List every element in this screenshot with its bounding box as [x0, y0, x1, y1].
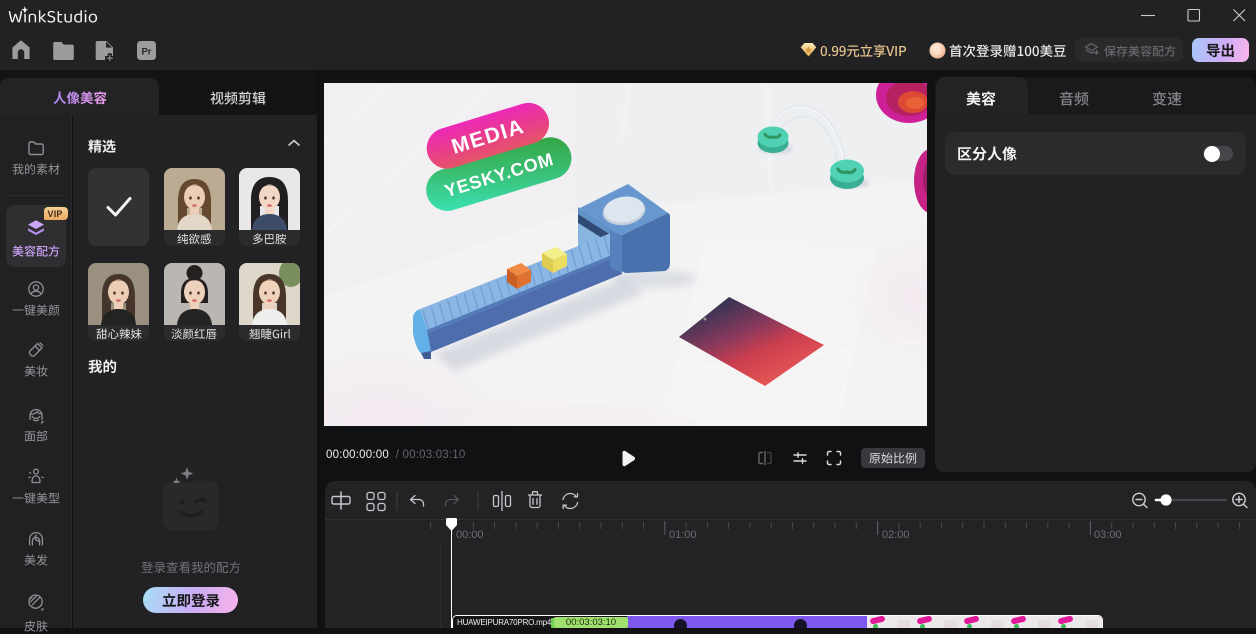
svg-text:Pr: Pr	[141, 47, 151, 58]
